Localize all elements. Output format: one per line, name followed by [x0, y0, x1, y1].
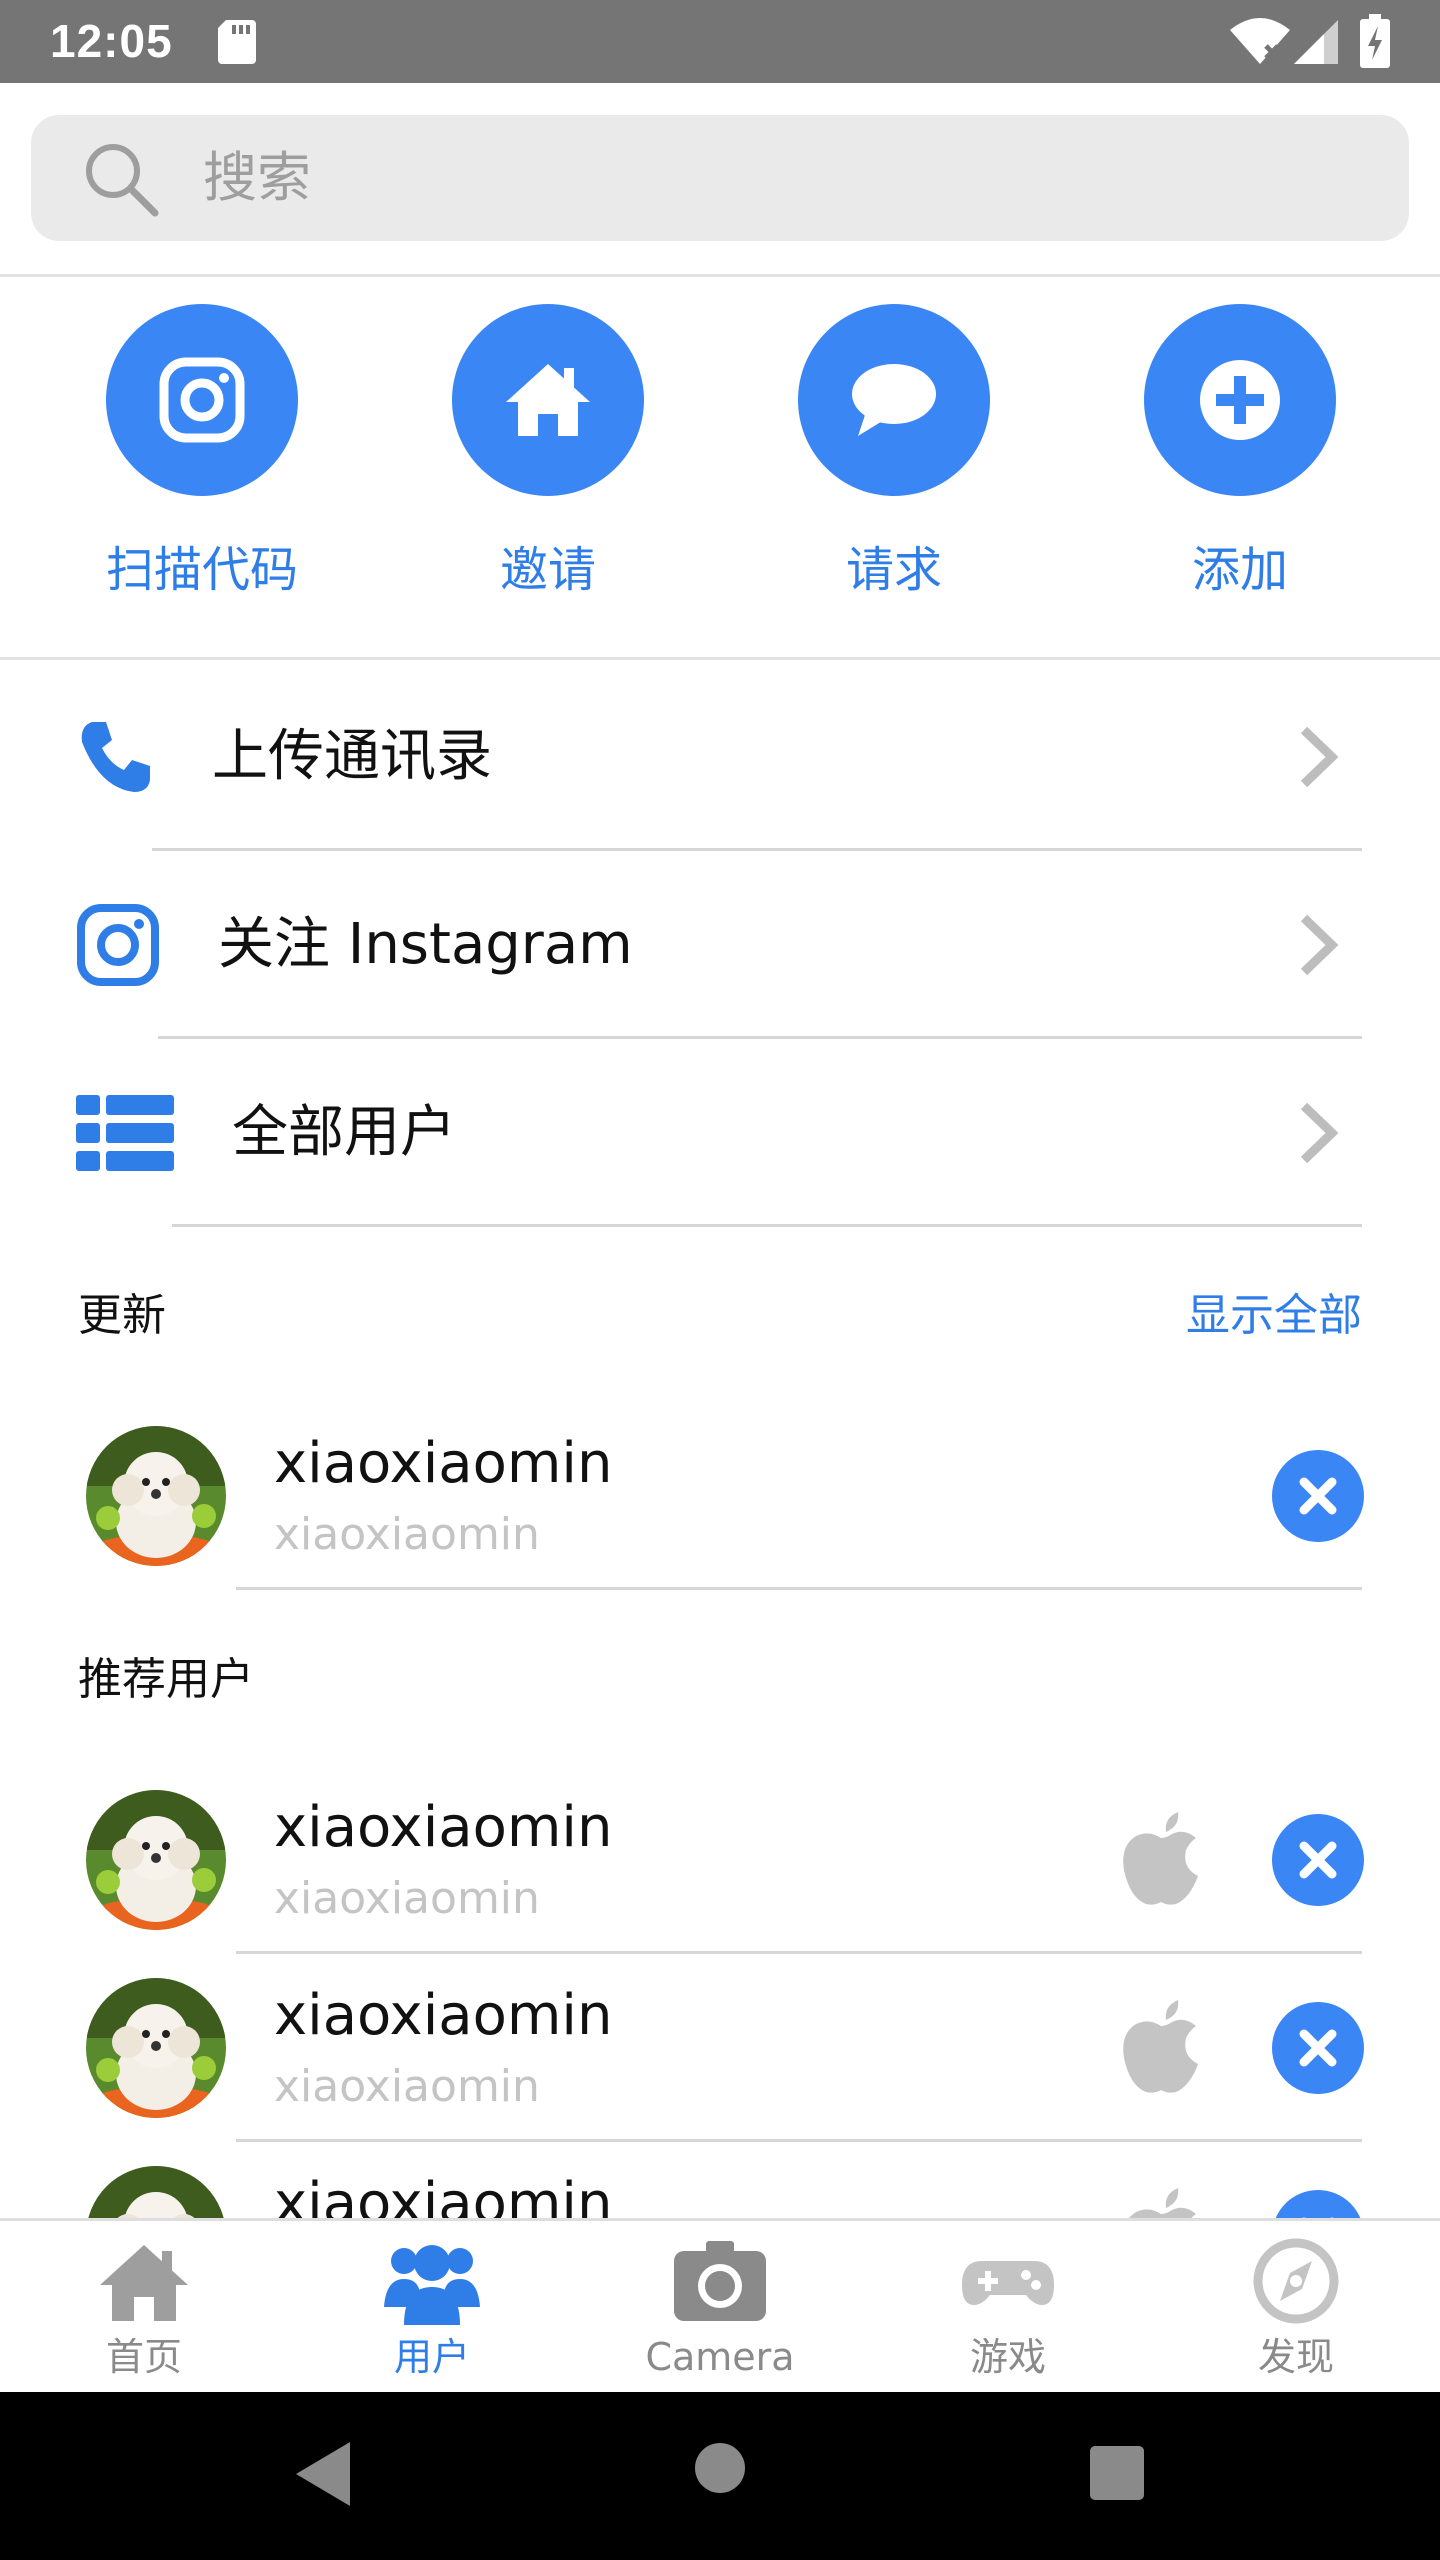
action-label: 邀请	[499, 542, 596, 598]
phone-icon	[81, 722, 150, 792]
close-icon	[1299, 2029, 1337, 2067]
action-request[interactable]: 请求	[774, 304, 1014, 624]
status-bar: 12:05	[0, 0, 1440, 83]
section-title-recommended: 推荐用户	[78, 1654, 254, 1705]
instagram-icon	[159, 357, 245, 443]
compass-icon	[1253, 2238, 1339, 2324]
action-scan-circle[interactable]	[106, 304, 298, 496]
tab-label: Camera	[645, 2335, 795, 2379]
recommended-user-row[interactable]: xiaoxiaomin xiaoxiaomin	[0, 1954, 1440, 2142]
chevron-right-icon	[1300, 726, 1339, 788]
menu-label: 全部用户	[232, 1100, 456, 1165]
menu-label: 上传通讯录	[212, 724, 492, 789]
user-handle: xiaoxiaomin	[274, 1509, 540, 1560]
recommended-user-row[interactable]: xiaoxiaomin xiaoxiaomin	[0, 1766, 1440, 1954]
action-add[interactable]: 添加	[1120, 304, 1360, 624]
user-name: xiaoxiaomin	[274, 1431, 613, 1496]
action-scan-code[interactable]: 扫描代码	[82, 304, 322, 624]
action-label: 请求	[845, 542, 942, 598]
tab-discover[interactable]: 发现	[1152, 2221, 1440, 2395]
avatar	[86, 1426, 226, 1566]
action-add-circle[interactable]	[1144, 304, 1336, 496]
wifi-icon	[1230, 18, 1290, 64]
chevron-right-icon	[1300, 1102, 1339, 1164]
update-user-row[interactable]: xiaoxiaomin xiaoxiaomin	[0, 1402, 1440, 1590]
action-invite-circle[interactable]	[452, 304, 644, 496]
tab-games[interactable]: 游戏	[864, 2221, 1152, 2395]
user-name: xiaoxiaomin	[274, 1795, 613, 1860]
system-nav-bar	[0, 2392, 1440, 2560]
action-request-circle[interactable]	[798, 304, 990, 496]
bottom-tab-bar: 首页 用户 Camera 游戏 发现	[0, 2218, 1440, 2392]
search-placeholder: 搜索	[203, 146, 311, 209]
signal-icon	[1294, 20, 1338, 64]
avatar	[86, 1978, 226, 2118]
close-icon	[1299, 1841, 1337, 1879]
dismiss-button[interactable]	[1272, 1450, 1364, 1542]
menu-upload-contacts[interactable]: 上传通讯录	[0, 663, 1440, 851]
gamepad-icon	[962, 2261, 1054, 2305]
action-label: 扫描代码	[105, 542, 298, 598]
home-icon	[100, 2245, 188, 2321]
search-input[interactable]: 搜索	[31, 115, 1409, 241]
user-handle: xiaoxiaomin	[274, 2061, 540, 2112]
apple-icon	[1123, 2000, 1198, 2093]
camera-icon	[674, 2241, 766, 2321]
section-title-updates: 更新	[78, 1290, 166, 1341]
chevron-right-icon	[1300, 914, 1339, 976]
close-icon	[1299, 1477, 1337, 1515]
action-label: 添加	[1191, 542, 1288, 598]
list-icon	[76, 1095, 174, 1171]
divider	[172, 1224, 1362, 1227]
search-icon	[86, 144, 159, 217]
user-name: xiaoxiaomin	[274, 1983, 613, 2048]
recent-apps-icon[interactable]	[1090, 2446, 1144, 2500]
menu-all-users[interactable]: 全部用户	[0, 1039, 1440, 1227]
tab-home[interactable]: 首页	[0, 2221, 288, 2395]
user-handle: xiaoxiaomin	[274, 1873, 540, 1924]
plus-icon	[1200, 360, 1280, 440]
menu-label: 关注 Instagram	[218, 912, 633, 977]
menu-follow-instagram[interactable]: 关注 Instagram	[0, 851, 1440, 1039]
tab-camera[interactable]: Camera	[576, 2221, 864, 2395]
back-icon[interactable]	[290, 2438, 356, 2510]
users-icon	[384, 2245, 480, 2325]
tab-label: 用户	[393, 2335, 470, 2379]
avatar	[86, 1790, 226, 1930]
show-all-link[interactable]: 显示全部	[1186, 1288, 1362, 1344]
search-area: 搜索	[0, 83, 1440, 277]
home-icon	[506, 364, 590, 436]
dismiss-button[interactable]	[1272, 1814, 1364, 1906]
dismiss-button[interactable]	[1272, 2002, 1364, 2094]
tab-label: 发现	[1257, 2335, 1334, 2379]
instagram-icon	[77, 904, 159, 986]
home-button-icon[interactable]	[694, 2442, 746, 2494]
chat-bubble-icon	[852, 364, 936, 436]
sd-card-icon	[218, 20, 256, 64]
tab-label: 游戏	[969, 2335, 1046, 2379]
apple-icon	[1123, 1812, 1198, 1905]
status-time: 12:05	[50, 15, 173, 67]
tab-users[interactable]: 用户	[288, 2221, 576, 2395]
divider	[236, 1587, 1362, 1590]
tab-label: 首页	[105, 2335, 182, 2379]
battery-icon	[1360, 14, 1390, 68]
action-invite[interactable]: 邀请	[428, 304, 668, 624]
quick-actions: 扫描代码 邀请 请求 添加	[0, 280, 1440, 660]
